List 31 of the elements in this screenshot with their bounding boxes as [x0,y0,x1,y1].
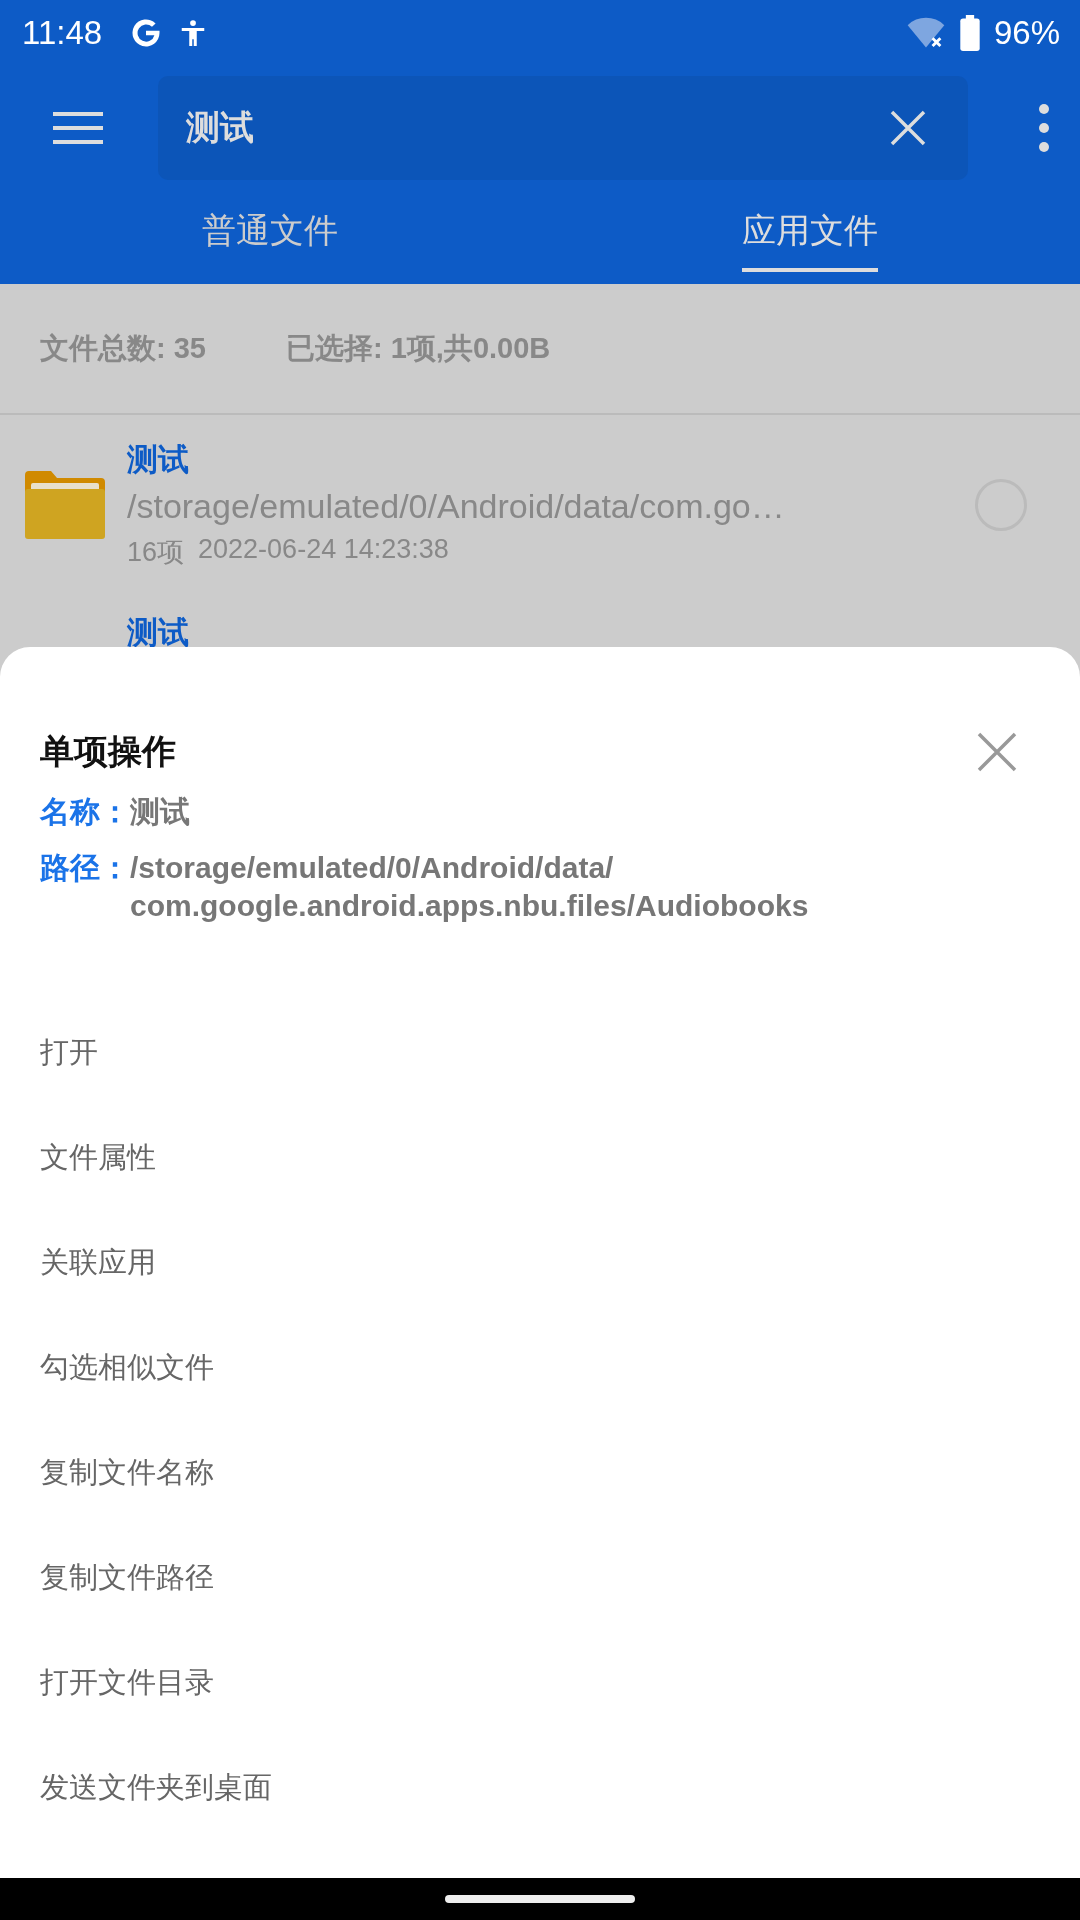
file-date: 2022-06-24 14:23:38 [198,534,449,566]
path-label: 路径： [40,850,130,886]
file-count: 文件总数: 35 [40,330,206,366]
more-icon[interactable] [1038,103,1050,153]
sheet-title: 单项操作 [40,731,176,772]
selection-info: 已选择: 1项,共0.00B [286,330,551,366]
tab[interactable]: 应用文件 [742,190,878,272]
action-item[interactable]: 关联应用 [40,1246,156,1278]
name-value: 测试 [130,794,190,830]
file-name[interactable]: 测试 [127,439,915,481]
item-count: 16项 [127,536,185,569]
close-icon[interactable] [977,732,1017,772]
folder-icon [25,470,105,539]
action-item[interactable]: 复制文件路径 [40,1561,214,1593]
action-item[interactable]: 打开 [40,1036,98,1068]
status-time: 11:48 [22,14,103,52]
action-item[interactable]: 勾选相似文件 [40,1351,214,1383]
action-item[interactable]: 打开文件目录 [40,1666,214,1698]
file-path: /storage/emulated/0/Android/data/com.go… [127,487,786,526]
tab[interactable]: 普通文件 [202,190,338,272]
action-item[interactable]: 发送文件夹到桌面 [40,1771,272,1803]
home-handle[interactable] [445,1895,635,1903]
search-field[interactable]: 测试 [158,76,968,180]
name-label: 名称： [40,794,130,830]
path-value: /storage/emulated/0/Android/data/ com.google.android.apps.nbu.files/Audiobooks [130,850,810,924]
wifi-off-icon [905,16,946,50]
battery-icon [959,15,980,51]
battery-percent: 96% [993,14,1060,52]
action-item[interactable]: 复制文件名称 [40,1456,214,1488]
menu-icon[interactable] [53,111,103,145]
action-item[interactable]: 文件属性 [40,1141,156,1173]
